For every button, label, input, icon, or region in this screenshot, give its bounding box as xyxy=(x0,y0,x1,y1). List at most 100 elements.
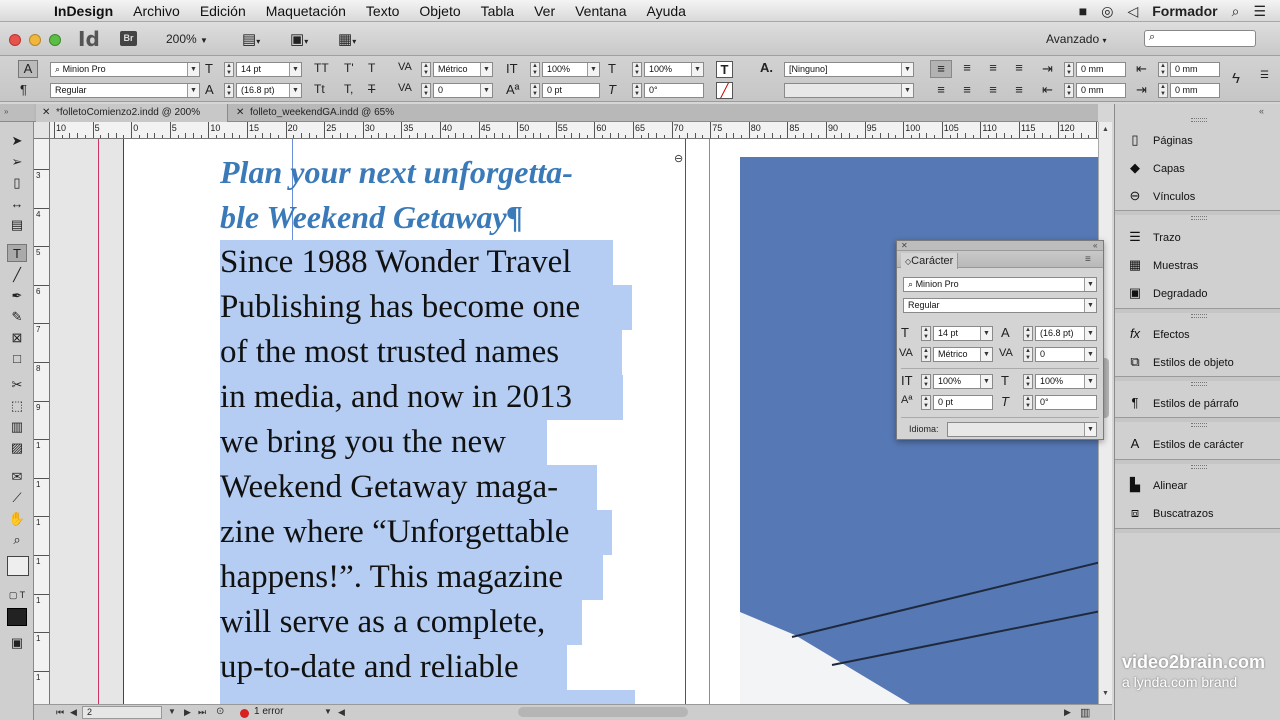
preflight-errors[interactable]: 1 error xyxy=(254,706,283,717)
last-line-indent-stepper[interactable]: ▲ ▼ xyxy=(1158,83,1168,98)
horizontal-scroll-thumb[interactable] xyxy=(518,707,688,717)
chevron-down-icon[interactable]: ▼ xyxy=(289,84,301,97)
char-baseline-shift-stepper[interactable]: ▲ ▼ xyxy=(921,395,931,410)
char-tracking-stepper[interactable]: ▲ ▼ xyxy=(1023,347,1033,362)
close-icon[interactable]: ✕ xyxy=(42,104,50,122)
chevron-down-icon[interactable]: ▼ xyxy=(1084,348,1096,361)
bridge-button[interactable]: Br xyxy=(120,31,137,46)
menu-ventana[interactable]: Ventana xyxy=(575,3,626,19)
first-page-icon[interactable]: ⏮ xyxy=(56,707,64,718)
scroll-right-icon[interactable]: ▶ xyxy=(1064,707,1071,718)
char-leading-stepper[interactable]: ▲ ▼ xyxy=(1023,326,1033,341)
char-horizontal-scale-stepper[interactable]: ▲ ▼ xyxy=(1023,374,1033,389)
menu-ayuda[interactable]: Ayuda xyxy=(647,3,686,19)
left-indent-field[interactable]: 0 mm xyxy=(1076,62,1126,77)
zoom-level[interactable]: 200% ▼ xyxy=(166,32,208,46)
volume-icon[interactable]: ◁ xyxy=(1127,3,1138,20)
scroll-up-icon[interactable]: ▲ xyxy=(1102,126,1109,133)
right-indent-stepper[interactable]: ▲ ▼ xyxy=(1158,62,1168,77)
char-skew-stepper[interactable]: ▲ ▼ xyxy=(1023,395,1033,410)
scroll-down-icon[interactable]: ▼ xyxy=(1102,690,1109,697)
panel-buscatrazos[interactable]: ⧈ Buscatrazos xyxy=(1125,503,1214,523)
char-font-size-stepper[interactable]: ▲ ▼ xyxy=(921,326,931,341)
panel-group-grip[interactable] xyxy=(1191,314,1207,318)
rectangle-frame-tool-icon[interactable]: ⊠ xyxy=(7,329,27,347)
panel-group-grip[interactable] xyxy=(1191,465,1207,469)
chevron-down-icon[interactable]: ▼ xyxy=(1084,423,1096,436)
ruler-origin[interactable] xyxy=(34,122,50,139)
fit-page-icon[interactable]: ▥ xyxy=(1080,706,1090,719)
panel-vinculos[interactable]: ⊖ Vínculos xyxy=(1125,186,1196,206)
sync-icon[interactable]: ◎ xyxy=(1101,3,1113,20)
free-transform-tool-icon[interactable]: ⬚ xyxy=(7,397,27,415)
superscript-icon[interactable]: T' xyxy=(344,61,354,75)
content-collector-icon[interactable]: ▤ xyxy=(7,216,27,234)
baseline-shift-stepper[interactable]: ▲ ▼ xyxy=(530,83,540,98)
panel-capas[interactable]: ◆ Capas xyxy=(1125,158,1185,178)
chevron-down-icon[interactable]: ▼ xyxy=(1084,327,1096,340)
menu-tabla[interactable]: Tabla xyxy=(481,3,514,19)
panel-estilos-caracter[interactable]: A Estilos de carácter xyxy=(1125,434,1244,454)
panel-menu-icon[interactable]: ≡ xyxy=(1085,254,1091,265)
justify-right-icon[interactable]: ≡ xyxy=(956,82,978,97)
paragraph-mode-icon[interactable]: ¶ xyxy=(20,82,27,97)
chevron-down-icon[interactable]: ▼ xyxy=(289,63,301,76)
panel-tab-label[interactable]: ◇Carácter xyxy=(901,253,959,269)
minimize-window-button[interactable] xyxy=(29,34,41,46)
justify-left-icon[interactable]: ≡ xyxy=(1008,60,1030,75)
align-left-icon[interactable]: ≡ xyxy=(930,60,952,78)
close-icon[interactable]: ✕ xyxy=(236,104,244,122)
chevron-down-icon[interactable]: ▼ xyxy=(980,348,992,361)
gap-tool-icon[interactable]: ↔ xyxy=(7,195,27,213)
first-line-indent-field[interactable]: 0 mm xyxy=(1076,83,1126,98)
align-center-icon[interactable]: ≡ xyxy=(956,60,978,75)
scissors-tool-icon[interactable]: ✂ xyxy=(7,376,27,394)
camera-icon[interactable]: ■ xyxy=(1079,3,1087,19)
tab-folleto-weekend[interactable]: ✕ folleto_weekendGA.indd @ 65% xyxy=(230,104,430,122)
character-style-field[interactable]: [Ninguno] xyxy=(784,62,914,77)
menu-objeto[interactable]: Objeto xyxy=(419,3,460,19)
menu-texto[interactable]: Texto xyxy=(366,3,399,19)
char-language-field[interactable] xyxy=(947,422,1097,437)
rectangle-tool-icon[interactable]: □ xyxy=(7,350,27,368)
panel-efectos[interactable]: fx Efectos xyxy=(1125,324,1190,344)
skew-stepper[interactable]: ▲ ▼ xyxy=(632,83,642,98)
char-kerning-stepper[interactable]: ▲ ▼ xyxy=(921,347,931,362)
char-skew-field[interactable]: 0° xyxy=(1035,395,1097,410)
char-baseline-shift-field[interactable]: 0 pt xyxy=(933,395,993,410)
char-vertical-scale-stepper[interactable]: ▲ ▼ xyxy=(921,374,931,389)
justify-all-icon[interactable]: ≡ xyxy=(982,82,1004,97)
zoom-window-button[interactable] xyxy=(49,34,61,46)
zoom-tool-icon[interactable]: ⌕ xyxy=(7,531,27,549)
chevron-down-icon[interactable]: ▼ xyxy=(901,84,913,97)
small-caps-icon[interactable]: Tt xyxy=(314,82,325,96)
align-spine-icon[interactable]: ≡ xyxy=(1008,82,1030,97)
character-mode-icon[interactable]: A xyxy=(18,60,38,78)
screen-mode-icon[interactable]: ▣ xyxy=(7,634,27,652)
kerning-stepper[interactable]: ▲ ▼ xyxy=(421,62,431,77)
chevron-down-icon[interactable]: ▼ xyxy=(187,63,199,76)
font-family-field[interactable]: ⌕ Minion Pro xyxy=(50,62,200,77)
font-size-stepper[interactable]: ▲ ▼ xyxy=(224,62,234,77)
notifications-icon[interactable]: ☰ xyxy=(1253,3,1266,20)
spotlight-search-icon[interactable]: ⌕ xyxy=(1232,3,1240,20)
chevron-down-icon[interactable]: ▼ xyxy=(691,63,703,76)
horizontal-ruler[interactable]: 10 5 0 5 10 15 20 25 30 35 40 45 50 55 60 65 70 75 80 85 90 9… xyxy=(50,122,1098,139)
panel-group-grip[interactable] xyxy=(1191,118,1207,122)
gradient-swatch-tool-icon[interactable]: ▥ xyxy=(7,418,27,436)
page-number-field[interactable]: 2 xyxy=(82,706,162,719)
hand-tool-icon[interactable]: ✋ xyxy=(7,510,27,528)
tab-folleto-comienzo[interactable]: ✕ *folletoComienzo2.indd @ 200% xyxy=(36,104,228,122)
collapse-icon[interactable]: « xyxy=(1093,241,1097,250)
font-style-field[interactable]: Regular xyxy=(50,83,200,98)
story-text[interactable]: Plan your next unforgetta- ble Weekend G… xyxy=(220,150,635,704)
chevron-down-icon[interactable]: ▼ xyxy=(1084,278,1096,291)
pencil-tool-icon[interactable]: ✎ xyxy=(7,308,27,326)
type-tool-icon[interactable]: T xyxy=(7,244,27,262)
panel-estilos-objeto[interactable]: ⧉ Estilos de objeto xyxy=(1125,352,1233,372)
vertical-ruler[interactable]: 3 4 5 6 7 8 9 1 1 1 1 1 1 1 xyxy=(34,139,50,704)
menu-archivo[interactable]: Archivo xyxy=(133,3,180,19)
pen-tool-icon[interactable]: ✒ xyxy=(7,287,27,305)
dock-collapse-icon[interactable]: « xyxy=(1259,106,1264,116)
direct-selection-tool-icon[interactable]: ➢ xyxy=(7,153,27,171)
